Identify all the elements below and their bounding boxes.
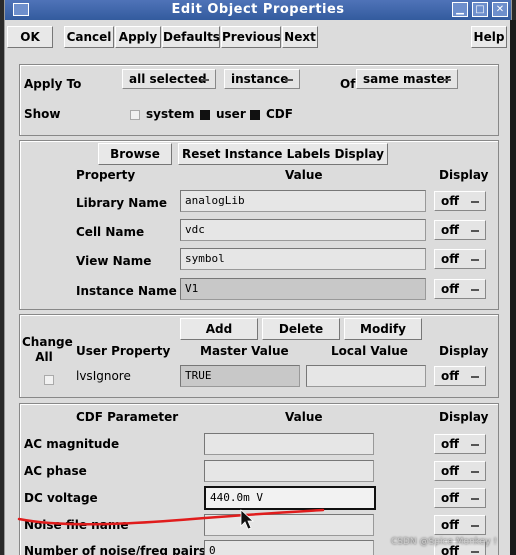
edit-object-properties-window: Edit Object Properties ▁ □ ✕ OK Cancel A…	[4, 0, 512, 555]
mouse-pointer-icon	[240, 509, 255, 530]
background-strip	[510, 20, 516, 555]
watermark: CSDN @Spice Monkey !	[391, 537, 497, 547]
red-annotation-stroke	[17, 508, 325, 526]
annotation-overlay	[17, 508, 325, 530]
